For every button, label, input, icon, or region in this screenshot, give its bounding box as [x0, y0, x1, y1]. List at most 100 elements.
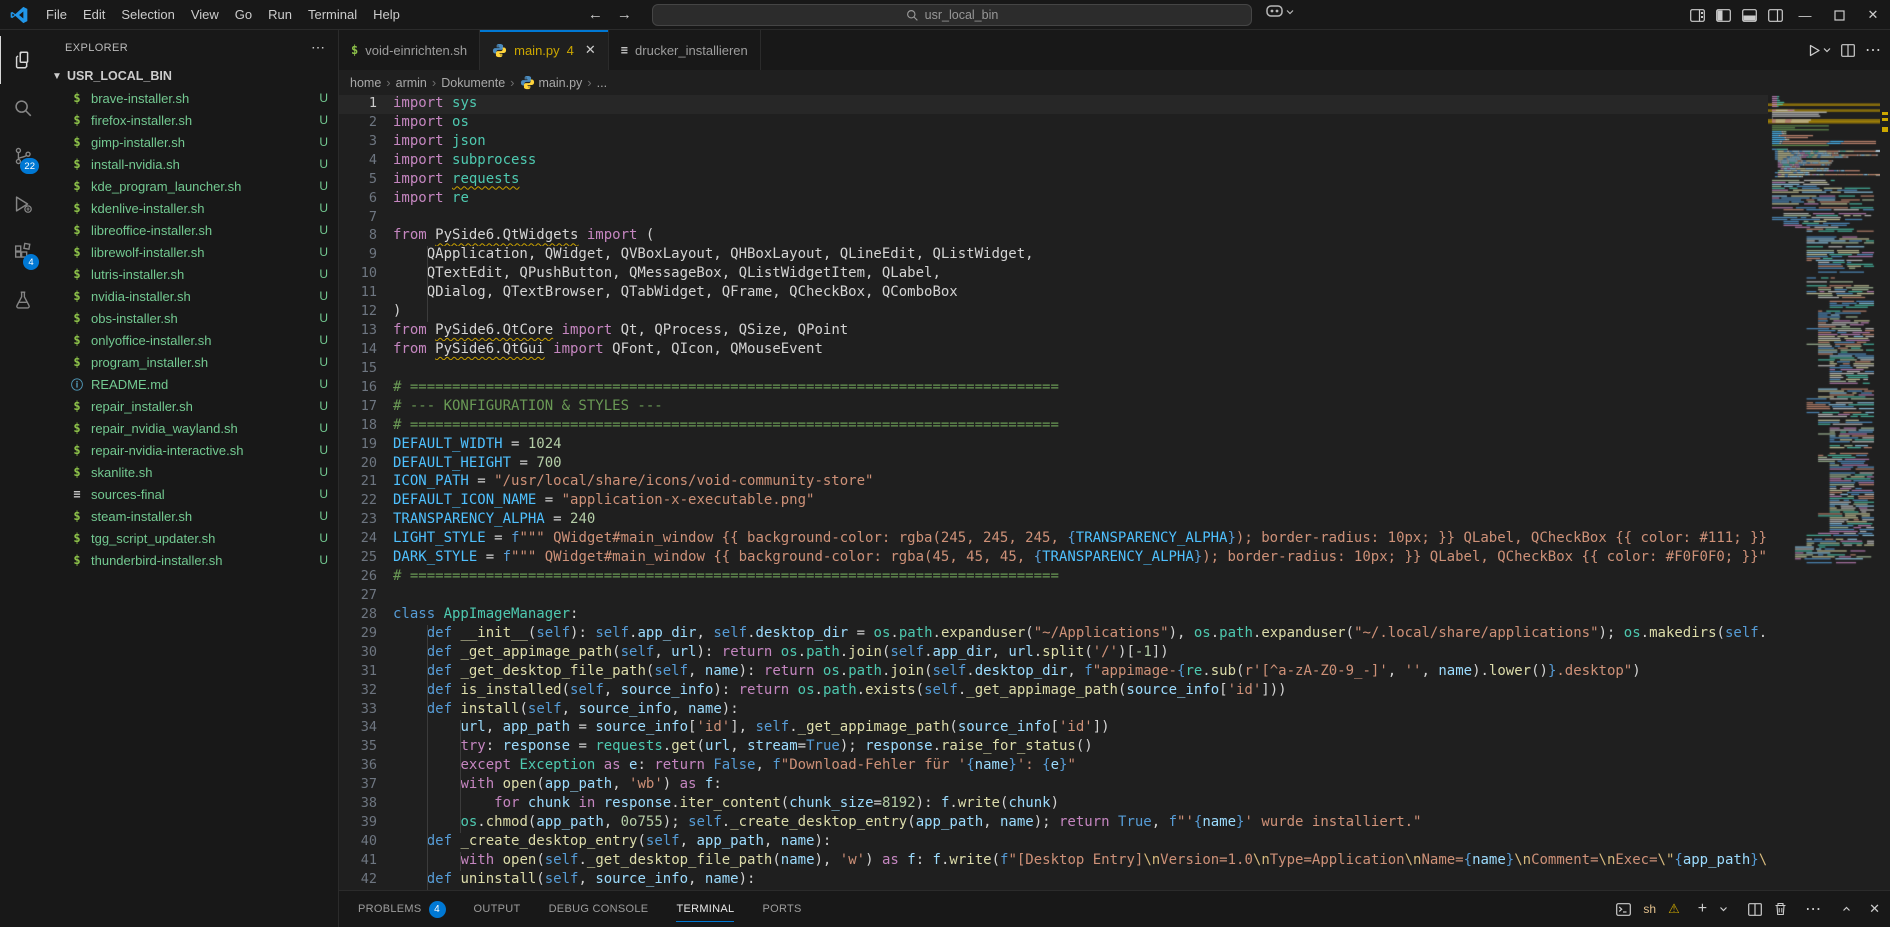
code-line[interactable]: 19DEFAULT_WIDTH = 1024: [339, 436, 1768, 455]
code-line[interactable]: 26# ====================================…: [339, 568, 1768, 587]
terminal-dropdown-button[interactable]: [1719, 906, 1728, 912]
breadcrumb-item[interactable]: home: [350, 76, 381, 90]
editor-more-actions-button[interactable]: ⋯: [1865, 40, 1882, 60]
kill-terminal-button[interactable]: [1774, 902, 1787, 916]
file-item[interactable]: $program_installer.shU: [45, 351, 338, 373]
code-line[interactable]: 36 except Exception as e: return False, …: [339, 757, 1768, 776]
close-window-button[interactable]: ✕: [1856, 0, 1890, 30]
code-line[interactable]: 30 def _get_appimage_path(self, url): re…: [339, 644, 1768, 663]
file-item[interactable]: $skanlite.shU: [45, 461, 338, 483]
breadcrumb-item[interactable]: Dokumente: [441, 76, 505, 90]
close-tab-button[interactable]: ✕: [585, 42, 596, 58]
menu-go[interactable]: Go: [227, 0, 260, 29]
toggle-panel-button[interactable]: [1736, 0, 1762, 30]
editor-tab-void-einrichten.sh[interactable]: $void-einrichten.sh: [339, 30, 480, 70]
command-center-search[interactable]: usr_local_bin: [652, 4, 1252, 26]
file-item[interactable]: $lutris-installer.shU: [45, 263, 338, 285]
code-line[interactable]: 32 def is_installed(self, source_info): …: [339, 682, 1768, 701]
code-line[interactable]: 37 with open(app_path, 'wb') as f:: [339, 776, 1768, 795]
code-line[interactable]: 38 for chunk in response.iter_content(ch…: [339, 795, 1768, 814]
file-item[interactable]: $thunderbird-installer.shU: [45, 549, 338, 571]
code-line[interactable]: 13from PySide6.QtCore import Qt, QProces…: [339, 322, 1768, 341]
file-item[interactable]: $repair_nvidia_wayland.shU: [45, 417, 338, 439]
code-line[interactable]: 35 try: response = requests.get(url, str…: [339, 738, 1768, 757]
code-line[interactable]: 8from PySide6.QtWidgets import (: [339, 227, 1768, 246]
forward-button[interactable]: →: [617, 6, 632, 23]
code-line[interactable]: 24LIGHT_STYLE = f""" QWidget#main_window…: [339, 530, 1768, 549]
code-line[interactable]: 18# ====================================…: [339, 417, 1768, 436]
file-item[interactable]: $kde_program_launcher.shU: [45, 175, 338, 197]
menu-selection[interactable]: Selection: [113, 0, 182, 29]
panel-tab-debug-console[interactable]: DEBUG CONSOLE: [549, 891, 649, 927]
menu-edit[interactable]: Edit: [75, 0, 113, 29]
code-line[interactable]: 23TRANSPARENCY_ALPHA = 240: [339, 511, 1768, 530]
split-editor-button[interactable]: [1841, 44, 1855, 57]
maximize-button[interactable]: [1822, 0, 1856, 30]
file-item[interactable]: $kdenlive-installer.shU: [45, 197, 338, 219]
file-item[interactable]: $librewolf-installer.shU: [45, 241, 338, 263]
code-line[interactable]: 42 def uninstall(self, source_info, name…: [339, 871, 1768, 890]
code-line[interactable]: 4import subprocess: [339, 152, 1768, 171]
code-line[interactable]: 34 url, app_path = source_info['id'], se…: [339, 719, 1768, 738]
explorer-more-actions-button[interactable]: ⋯: [311, 39, 326, 56]
panel-tab-output[interactable]: OUTPUT: [474, 891, 521, 927]
code-line[interactable]: 22DEFAULT_ICON_NAME = "application-x-exe…: [339, 492, 1768, 511]
code-line[interactable]: 14from PySide6.QtGui import QFont, QIcon…: [339, 341, 1768, 360]
breadcrumb-item[interactable]: ...: [597, 76, 607, 90]
file-item[interactable]: $onlyoffice-installer.shU: [45, 329, 338, 351]
code-line[interactable]: 12): [339, 303, 1768, 322]
activity-explorer[interactable]: [0, 36, 45, 84]
overview-ruler[interactable]: [1880, 95, 1890, 890]
copilot-menu[interactable]: [1266, 5, 1294, 18]
activity-extensions[interactable]: 4: [0, 228, 45, 276]
customize-layout-button[interactable]: [1684, 0, 1710, 30]
editor-tab-main.py[interactable]: main.py4✕: [480, 30, 609, 70]
file-item[interactable]: $brave-installer.shU: [45, 87, 338, 109]
breadcrumb-item[interactable]: main.py: [520, 75, 583, 90]
editor-tab-drucker_installieren[interactable]: ≡drucker_installieren: [609, 30, 761, 70]
toggle-primary-sidebar-button[interactable]: [1710, 0, 1736, 30]
code-line[interactable]: 40 def _create_desktop_entry(self, app_p…: [339, 833, 1768, 852]
code-line[interactable]: 7: [339, 209, 1768, 228]
file-item[interactable]: $gimp-installer.shU: [45, 131, 338, 153]
file-item[interactable]: $nvidia-installer.shU: [45, 285, 338, 307]
code-editor[interactable]: 1import sys2import os3import json4import…: [339, 95, 1890, 890]
warning-icon[interactable]: ⚠: [1668, 901, 1680, 917]
minimap[interactable]: [1768, 95, 1880, 890]
file-item[interactable]: $repair-nvidia-interactive.shU: [45, 439, 338, 461]
code-line[interactable]: 11 QDialog, QTextBrowser, QTabWidget, QF…: [339, 284, 1768, 303]
file-item[interactable]: $repair_installer.shU: [45, 395, 338, 417]
code-line[interactable]: 20DEFAULT_HEIGHT = 700: [339, 455, 1768, 474]
code-line[interactable]: 27: [339, 587, 1768, 606]
maximize-panel-button[interactable]: [1842, 906, 1851, 912]
code-line[interactable]: 21ICON_PATH = "/usr/local/share/icons/vo…: [339, 473, 1768, 492]
code-line[interactable]: 33 def install(self, source_info, name):: [339, 701, 1768, 720]
minimize-button[interactable]: —: [1788, 0, 1822, 30]
terminal-shell-label[interactable]: sh: [1643, 902, 1656, 916]
new-terminal-button[interactable]: +: [1698, 900, 1707, 918]
split-terminal-button[interactable]: [1748, 903, 1762, 916]
file-item[interactable]: ⓘREADME.mdU: [45, 373, 338, 395]
panel-more-actions-button[interactable]: ⋯: [1805, 899, 1822, 919]
menu-terminal[interactable]: Terminal: [300, 0, 365, 29]
activity-run-and-debug[interactable]: [0, 180, 45, 228]
menu-file[interactable]: File: [38, 0, 75, 29]
file-item[interactable]: $tgg_script_updater.shU: [45, 527, 338, 549]
menu-view[interactable]: View: [183, 0, 227, 29]
panel-tab-problems[interactable]: PROBLEMS4: [358, 891, 446, 927]
panel-tab-terminal[interactable]: TERMINAL: [676, 891, 734, 927]
toggle-secondary-sidebar-button[interactable]: [1762, 0, 1788, 30]
back-button[interactable]: ←: [588, 6, 603, 23]
code-line[interactable]: 39 os.chmod(app_path, 0o755); self._crea…: [339, 814, 1768, 833]
menu-run[interactable]: Run: [260, 0, 300, 29]
code-line[interactable]: 28class AppImageManager:: [339, 606, 1768, 625]
code-line[interactable]: 3import json: [339, 133, 1768, 152]
code-line[interactable]: 9 QApplication, QWidget, QVBoxLayout, QH…: [339, 246, 1768, 265]
run-python-file-button[interactable]: [1808, 44, 1831, 57]
activity-source-control[interactable]: 22: [0, 132, 45, 180]
breadcrumb-item[interactable]: armin: [396, 76, 427, 90]
code-line[interactable]: 1import sys: [339, 95, 1768, 114]
close-panel-button[interactable]: ✕: [1869, 901, 1880, 917]
code-line[interactable]: 6import re: [339, 190, 1768, 209]
folder-section-header[interactable]: ▼ USR_LOCAL_BIN: [45, 65, 338, 87]
